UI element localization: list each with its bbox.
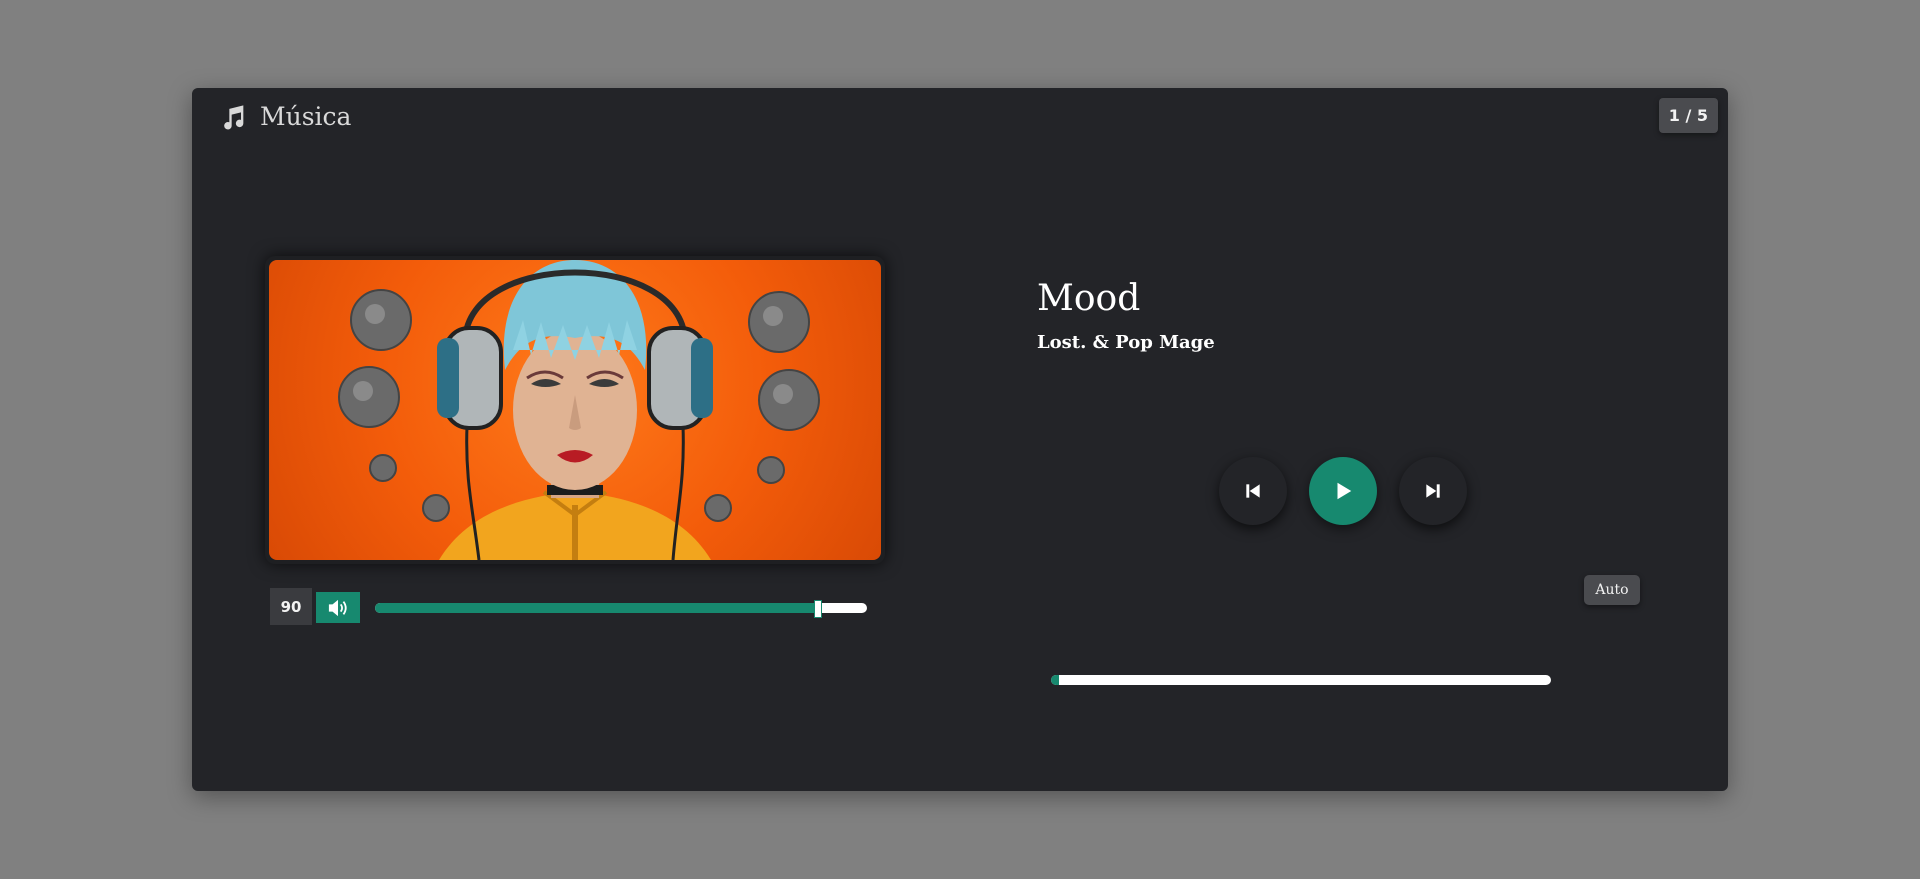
- page-indicator: 1 / 5: [1658, 98, 1718, 133]
- play-icon: [1337, 482, 1352, 500]
- volume-slider-fill: [375, 603, 818, 613]
- app-title: Música: [260, 102, 352, 131]
- volume-value: 90: [270, 588, 312, 625]
- skip-next-icon: [1426, 484, 1440, 498]
- autoplay-button[interactable]: Auto: [1584, 575, 1640, 605]
- previous-button[interactable]: [1219, 457, 1287, 525]
- mute-button[interactable]: [316, 592, 360, 623]
- volume-slider[interactable]: [375, 603, 867, 613]
- skip-previous-icon: [1246, 484, 1260, 498]
- album-cover-frame: [265, 256, 885, 564]
- track-artist: Lost. & Pop Mage: [1037, 332, 1215, 353]
- music-player: Música 1 / 5 90 Mood Lost. & Pop Mage Au…: [192, 88, 1728, 791]
- track-title: Mood: [1037, 278, 1141, 319]
- play-button[interactable]: [1309, 457, 1377, 525]
- progress-bar-fill: [1051, 675, 1059, 685]
- album-cover: [269, 260, 881, 560]
- app-header: Música: [220, 102, 351, 131]
- volume-slider-thumb[interactable]: [813, 600, 822, 618]
- album-cover-illustration: [338, 260, 820, 560]
- progress-bar[interactable]: [1051, 675, 1551, 685]
- music-note-icon: [224, 104, 244, 129]
- next-button[interactable]: [1399, 457, 1467, 525]
- volume-icon: [328, 599, 347, 616]
